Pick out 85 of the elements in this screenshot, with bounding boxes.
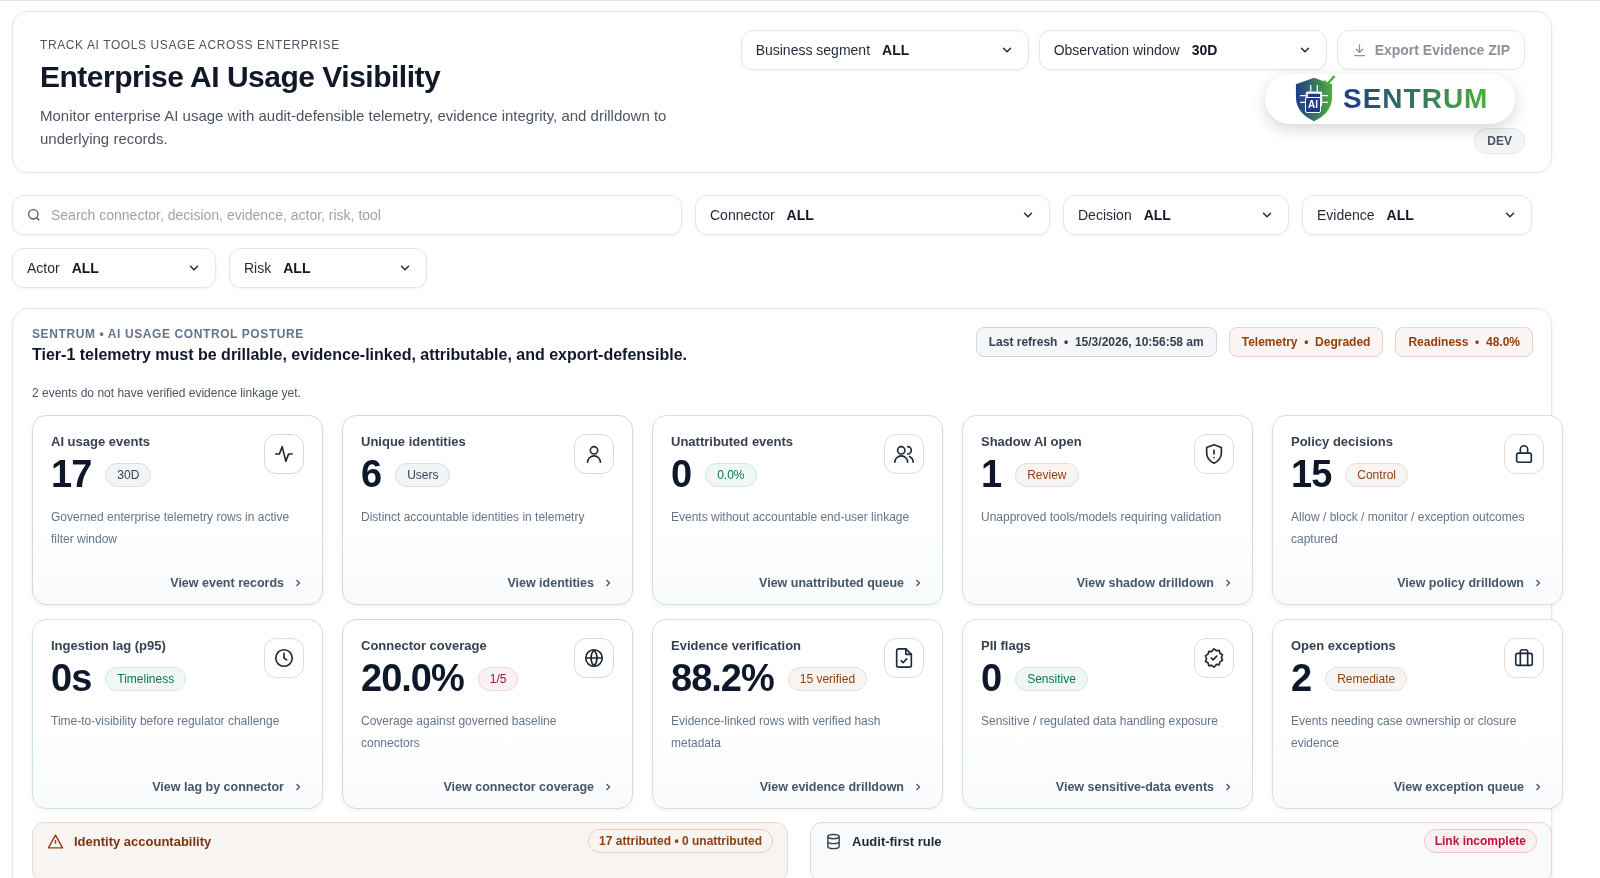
- metric-description: Coverage against governed baseline connectors: [361, 713, 558, 752]
- section-eyebrow: SENTRUM • AI USAGE CONTROL POSTURE: [32, 327, 305, 341]
- drilldown-link[interactable]: View policy drilldown: [1397, 576, 1544, 590]
- metric-value: 17: [51, 453, 92, 496]
- metric-tag: 0.0%: [705, 462, 757, 487]
- drilldown-link[interactable]: View connector coverage: [443, 780, 614, 794]
- metric-title: Ingestion lag (p95): [51, 638, 167, 653]
- file-check-icon: [893, 647, 915, 669]
- metric-description: Sensitive / regulated data handling exposure: [981, 713, 1219, 730]
- status-pill: Last refresh • 15/3/2026, 10:56:58 am: [975, 327, 1217, 357]
- lock-icon: [1513, 443, 1535, 465]
- panel-title: Identity accountability: [74, 833, 212, 849]
- search-field[interactable]: Search connector, decision, evidence, actor, risk, tool: [12, 195, 682, 235]
- drilldown-link[interactable]: View identities: [507, 576, 614, 590]
- metric-value: 20.0%: [361, 657, 464, 700]
- users-icon: [893, 443, 915, 465]
- metric-title: Connector coverage: [361, 638, 488, 653]
- warning-icon: [47, 832, 64, 850]
- metric-value: 0: [671, 453, 692, 496]
- metric-value: 6: [361, 453, 382, 496]
- metric-description: Events needing case ownership or closure evidence: [1291, 713, 1518, 752]
- metric-description: Time-to-visibility before regulator challenge: [51, 713, 281, 730]
- filter-dropdown[interactable]: Actor ALL: [12, 248, 216, 288]
- metric-title: Unattributed events: [671, 434, 794, 449]
- metric-tag: Timeliness: [105, 666, 187, 691]
- pulse-icon: [273, 443, 295, 465]
- drilldown-link[interactable]: View exception queue: [1393, 780, 1544, 794]
- drilldown-link[interactable]: View unattributed queue: [759, 576, 924, 590]
- page-description: Monitor enterprise AI usage with audit-defensible telemetry, evidence integrity, and drilldown to underlying records.: [40, 106, 668, 149]
- drilldown-link[interactable]: View evidence drilldown: [759, 780, 924, 794]
- metric-title: Shadow AI open: [981, 434, 1082, 449]
- metric-title: Evidence verification: [671, 638, 803, 653]
- filter-dropdown[interactable]: Business segment ALL: [740, 30, 1029, 70]
- metric-title: Open exceptions: [1291, 638, 1397, 653]
- status-note: 2 events do not have verified evidence linkage yet.: [32, 386, 302, 400]
- metric-tag: Users: [395, 462, 451, 487]
- clock-icon: [273, 647, 295, 669]
- metric-title: Unique identities: [361, 434, 466, 449]
- metric-value: 15: [1291, 453, 1332, 496]
- metric-description: Events without accountable end-user linkage: [671, 509, 911, 526]
- metric-value: 2: [1291, 657, 1312, 700]
- metric-description: Governed enterprise telemetry rows in active filter window: [51, 509, 291, 548]
- logo-mark: AI: [1305, 97, 1321, 113]
- filter-dropdown[interactable]: Connector ALL: [695, 195, 1050, 235]
- metric-description: Evidence-linked rows with verified hash metadata: [671, 713, 882, 752]
- page-title: Enterprise AI Usage Visibility: [40, 60, 442, 94]
- metric-tag: Control: [1345, 462, 1408, 487]
- metric-title: AI usage events: [51, 434, 151, 449]
- metric-tag: Sensitive: [1015, 666, 1088, 691]
- drilldown-link[interactable]: View shadow drilldown: [1076, 576, 1234, 590]
- metric-description: Allow / block / monitor / exception outcomes captured: [1291, 509, 1526, 548]
- metric-title: Policy decisions: [1291, 434, 1394, 449]
- globe-icon: [583, 647, 605, 669]
- metric-tag: Remediate: [1325, 666, 1408, 691]
- shield-alert-icon: [1203, 443, 1225, 465]
- environment-badge: DEV: [1474, 128, 1525, 154]
- eyebrow-label: TRACK AI TOOLS USAGE ACROSS ENTERPRISE: [40, 38, 341, 52]
- panel-pill: Link incomplete: [1423, 829, 1537, 853]
- filter-dropdown[interactable]: Risk ALL: [229, 248, 427, 288]
- badge-check-icon: [1203, 647, 1225, 669]
- metric-description: Unapproved tools/models requiring validation: [981, 509, 1223, 526]
- filter-dropdown[interactable]: Evidence ALL: [1302, 195, 1532, 235]
- metric-value: 0: [981, 657, 1002, 700]
- drilldown-link[interactable]: View sensitive-data events: [1055, 780, 1234, 794]
- metric-tag: 30D: [105, 462, 152, 487]
- status-pill: Readiness • 48.0%: [1395, 327, 1533, 357]
- metric-tag: 15 verified: [787, 666, 868, 691]
- metric-tag: 1/5: [477, 666, 519, 691]
- status-pill: Telemetry • Degraded: [1228, 327, 1384, 357]
- metric-value: 88.2%: [671, 657, 774, 700]
- section-title: Tier-1 telemetry must be drillable, evidence-linked, attributable, and export-defensible.: [32, 346, 687, 364]
- metric-description: Distinct accountable identities in telemetry: [361, 509, 586, 526]
- metric-tag: Review: [1015, 462, 1079, 487]
- briefcase-icon: [1513, 647, 1535, 669]
- filter-dropdown[interactable]: Decision ALL: [1063, 195, 1289, 235]
- metric-value: 0s: [51, 657, 92, 700]
- database-icon: [825, 832, 842, 850]
- metric-title: PII flags: [981, 638, 1032, 653]
- metric-value: 1: [981, 453, 1002, 496]
- panel-title: Audit-first rule: [852, 833, 942, 849]
- drilldown-link[interactable]: View lag by connector: [152, 780, 304, 794]
- panel-pill: 17 attributed • 0 unattributed: [588, 829, 773, 853]
- filter-dropdown[interactable]: Observation window 30D: [1038, 30, 1327, 70]
- download-icon: [1351, 42, 1367, 58]
- drilldown-link[interactable]: View event records: [170, 576, 304, 590]
